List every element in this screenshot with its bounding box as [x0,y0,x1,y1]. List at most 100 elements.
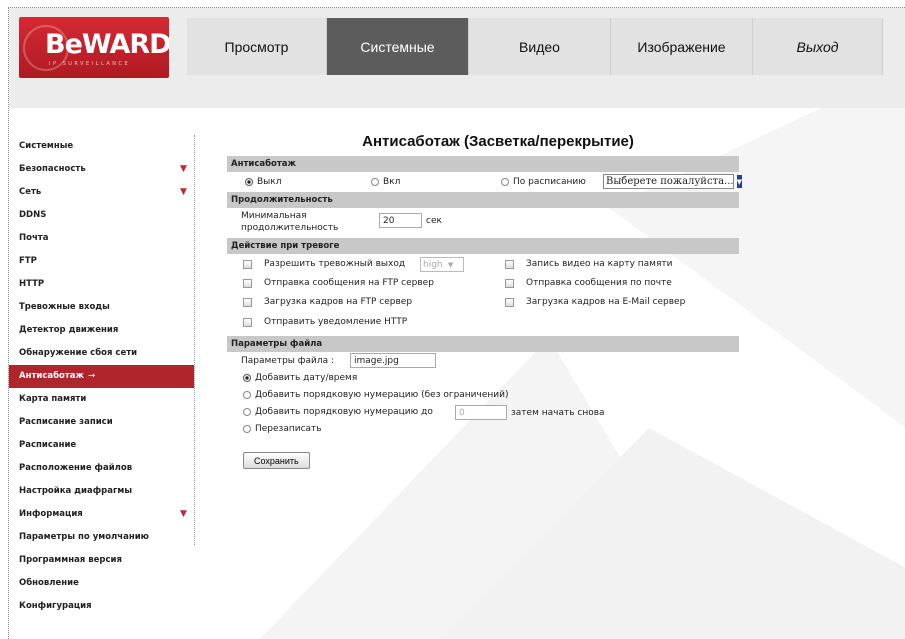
alarm-output-level-select[interactable]: high ▼ [420,257,464,272]
main-content: Антисаботаж (Засветка/перекрытие) Антиса… [227,128,742,476]
opt-seq-upto-label: Добавить порядковую нумерацию до [255,407,433,417]
sidebar-item-alarm-inputs[interactable]: Тревожные входы [9,296,194,319]
sidebar-item-motion-detection[interactable]: Детектор движения [9,319,194,342]
file-name-input[interactable]: image.jpg [350,353,436,368]
duration-label-line2: продолжительность [241,223,339,233]
sidebar-item-label: Безопасность [19,164,86,174]
record-sd-label: Запись видео на карту памяти [526,259,673,269]
opt-overwrite-label: Перезаписать [255,424,322,434]
chevron-down-icon: ▼ [447,260,454,269]
ftp-message-option[interactable]: Отправка сообщения на FTP сервер [243,278,434,288]
tamper-off-radio[interactable] [245,178,253,186]
sidebar-item-defaults[interactable]: Параметры по умолчанию [9,526,194,549]
ftp-upload-label: Загрузка кадров на FTP сервер [264,297,413,307]
sidebar-item-iris[interactable]: Настройка диафрагмы [9,480,194,503]
opt-overwrite-radio[interactable] [243,425,251,433]
section-file-heading: Параметры файла [227,336,739,352]
allow-alarm-output-label: Разрешить тревожный выход [264,259,406,269]
nav-system[interactable]: Системные [327,18,469,75]
section-alarm-heading: Действие при тревоге [227,238,739,254]
opt-overwrite[interactable]: Перезаписать [243,424,322,434]
sidebar-item-label: Расположение файлов [19,463,133,473]
sidebar-item-label: Почта [19,233,49,243]
sidebar-item-label: Расписание [19,440,77,450]
nav-logout[interactable]: Выход [753,18,883,75]
seq-upto-input[interactable]: 0 [455,405,507,420]
main-nav: Просмотр Системные Видео Изображение Вых… [187,18,883,75]
http-notify-checkbox[interactable] [243,317,252,327]
tamper-on-label: Вкл [383,177,401,187]
tamper-off-label: Выкл [257,177,282,187]
allow-alarm-output-option[interactable]: Разрешить тревожный выход [243,259,405,269]
mail-message-option[interactable]: Отправка сообщения по почте [505,278,672,288]
sidebar-item-network[interactable]: Сеть ▼ [9,181,194,204]
sidebar-item-configuration[interactable]: Конфигурация [9,595,194,618]
sidebar-item-ftp[interactable]: FTP [9,250,194,273]
sidebar-item-file-location[interactable]: Расположение файлов [9,457,194,480]
sidebar-item-info[interactable]: Информация ▼ [9,503,194,526]
sidebar-item-label: Антисаботаж [19,371,85,381]
sidebar-item-tamper[interactable]: Антисаботаж [9,365,194,388]
sidebar-item-label: Параметры по умолчанию [19,532,149,542]
expand-arrow-icon[interactable]: ▼ [180,503,187,526]
save-row: Сохранить [227,452,739,476]
duration-input[interactable]: 20 [379,213,422,228]
email-upload-checkbox[interactable] [505,297,514,307]
seq-restart-label: затем начать снова [511,408,605,418]
tamper-schedule-radio[interactable] [501,178,509,186]
email-upload-option[interactable]: Загрузка кадров на E-Mail сервер [505,297,685,307]
sidebar: Системные Безопасность ▼ Сеть ▼ DDNS Почта… [9,135,194,618]
brand-tagline: IP SURVEILLANCE [49,61,131,67]
ftp-upload-checkbox[interactable] [243,297,252,307]
ftp-upload-option[interactable]: Загрузка кадров на FTP сервер [243,297,412,307]
sidebar-item-label: Программная версия [19,555,122,565]
sidebar-item-firmware-version[interactable]: Программная версия [9,549,194,572]
record-sd-option[interactable]: Запись видео на карту памяти [505,259,672,269]
nav-image[interactable]: Изображение [611,18,753,75]
sidebar-item-mail[interactable]: Почта [9,227,194,250]
nav-video[interactable]: Видео [469,18,611,75]
expand-arrow-icon[interactable]: ▼ [180,181,187,204]
sidebar-item-label: DDNS [19,210,47,220]
tamper-on-option[interactable]: Вкл [371,177,400,187]
sidebar-item-http[interactable]: HTTP [9,273,194,296]
tamper-on-radio[interactable] [371,178,379,186]
opt-seq-unlimited-label: Добавить порядковую нумерацию (без огран… [255,390,509,400]
duration-row: Минимальная продолжительность 20 сек [227,208,739,238]
allow-alarm-output-checkbox[interactable] [243,259,252,269]
opt-datetime-radio[interactable] [243,374,251,382]
sidebar-item-network-failure[interactable]: Обнаружение сбоя сети [9,342,194,365]
mail-message-checkbox[interactable] [505,278,514,288]
opt-seq-unlimited-radio[interactable] [243,391,251,399]
sidebar-item-update[interactable]: Обновление [9,572,194,595]
sidebar-item-system[interactable]: Системные [9,135,194,158]
brand-name: BeWARD [45,29,169,60]
nav-view[interactable]: Просмотр [187,18,327,75]
opt-datetime[interactable]: Добавить дату/время [243,373,357,383]
record-sd-checkbox[interactable] [505,259,514,269]
sidebar-item-label: FTP [19,256,37,266]
sidebar-item-memory-card[interactable]: Карта памяти [9,388,194,411]
sidebar-item-security[interactable]: Безопасность ▼ [9,158,194,181]
chevron-down-icon[interactable]: ▼ [736,175,742,188]
tamper-schedule-option[interactable]: По расписанию [501,177,586,187]
opt-seq-upto[interactable]: Добавить порядковую нумерацию до [243,407,433,417]
sidebar-item-label: Настройка диафрагмы [19,486,133,496]
email-upload-label: Загрузка кадров на E-Mail сервер [526,297,686,307]
http-notify-option[interactable]: Отправить уведомление HTTP [243,317,407,327]
schedule-select[interactable]: Выберете пожалуйста... ▼ [603,174,742,189]
opt-seq-unlimited[interactable]: Добавить порядковую нумерацию (без огран… [243,390,508,400]
sidebar-item-label: Детектор движения [19,325,119,335]
file-options: Параметры файла : image.jpg Добавить дат… [227,352,739,452]
sidebar-item-schedule[interactable]: Расписание [9,434,194,457]
opt-seq-upto-radio[interactable] [243,408,251,416]
sidebar-item-ddns[interactable]: DDNS [9,204,194,227]
sidebar-item-record-schedule[interactable]: Расписание записи [9,411,194,434]
tamper-off-option[interactable]: Выкл [245,177,281,187]
save-button[interactable]: Сохранить [243,452,310,469]
schedule-select-value: Выберете пожалуйста... [606,176,734,187]
sidebar-item-label: Расписание записи [19,417,113,427]
expand-arrow-icon[interactable]: ▼ [180,158,187,181]
ftp-message-checkbox[interactable] [243,278,252,288]
brand-logo: BeWARD IP SURVEILLANCE [19,17,169,78]
